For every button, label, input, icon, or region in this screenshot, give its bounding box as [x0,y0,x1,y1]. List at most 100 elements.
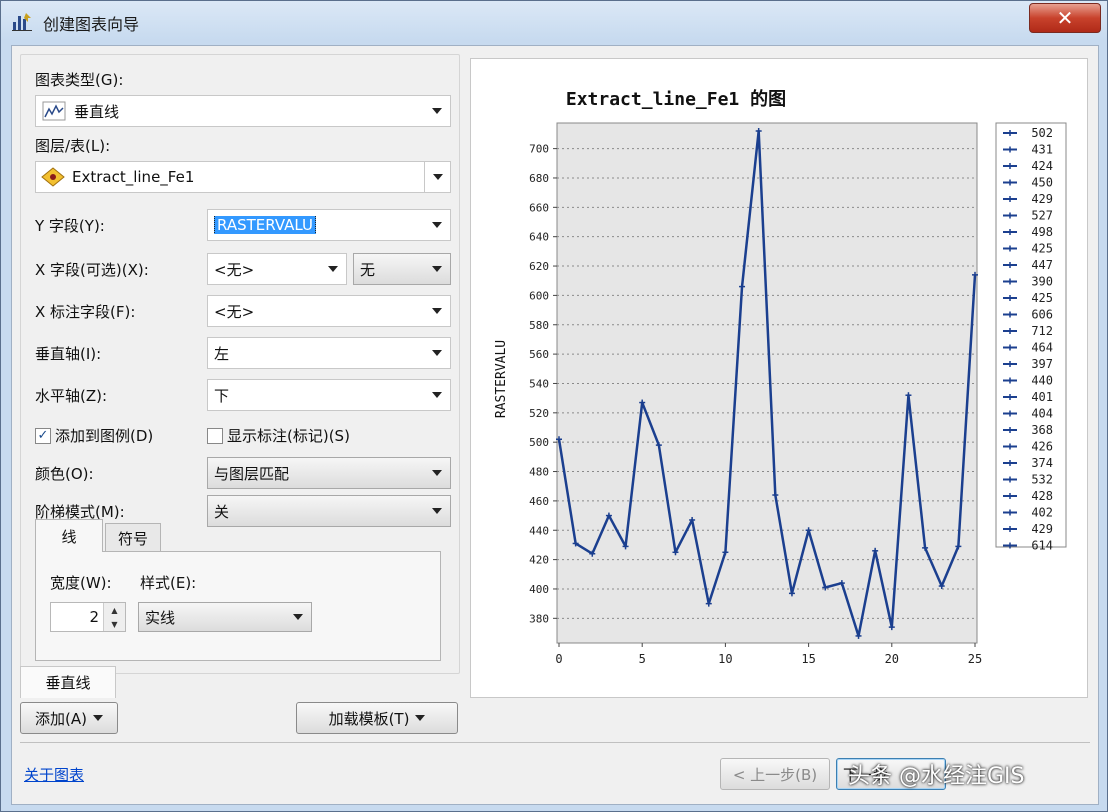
chart-svg: Extract_line_Fe1 的图 38040042044046048050… [494,88,1067,666]
legend-label: 712 [1031,324,1053,338]
tab-line[interactable]: 线 [35,519,103,552]
y-tick-label: 580 [529,319,549,332]
vertical-axis-value: 左 [214,344,230,363]
legend-label: 532 [1031,473,1053,487]
y-tick-label: 480 [529,466,549,479]
vertical-axis-label: 垂直轴(I): [35,345,102,363]
chevron-down-icon [424,338,450,368]
chart-type-value: 垂直线 [74,102,120,121]
dialog-client-area: 图表类型(G): 垂直线 图层/表(L): Extract_line_Fe1 Y… [11,45,1099,805]
x-tick-label: 25 [968,652,982,666]
x-tick-label: 10 [718,652,732,666]
x-field-value: <无> [214,260,255,279]
legend-label: 498 [1031,225,1053,239]
legend-label: 502 [1031,126,1053,140]
chevron-down-icon [424,380,450,410]
chart-type-dropdown[interactable]: 垂直线 [35,95,451,127]
y-tick-label: 700 [529,143,549,156]
y-field-dropdown[interactable]: RASTERVALU [207,209,451,241]
about-charts-link[interactable]: 关于图表 [24,764,84,785]
line-style-dropdown[interactable]: 实线 [138,602,312,632]
increment-icon[interactable]: ▲ [104,603,125,617]
x-label-field-dropdown[interactable]: <无> [207,295,451,327]
footer-divider [20,742,1090,743]
step-mode-dropdown[interactable]: 关 [207,495,451,527]
layer-value: Extract_line_Fe1 [72,168,195,186]
close-icon: ✕ [1056,6,1074,30]
vertical-axis-dropdown[interactable]: 左 [207,337,451,369]
stepper-arrows[interactable]: ▲ ▼ [103,603,125,631]
legend-label: 527 [1031,209,1053,223]
y-tick-label: 600 [529,289,549,302]
y-tick-label: 380 [529,612,549,625]
chevron-down-icon [424,254,450,284]
chevron-down-icon [424,296,450,326]
x-field-sort-dropdown[interactable]: 无 [353,253,451,285]
decrement-icon[interactable]: ▼ [104,617,125,631]
chevron-down-icon [424,96,450,126]
window-title: 创建图表向导 [43,15,140,34]
width-value: 2 [89,608,99,626]
legend-label: 368 [1031,423,1053,437]
chart-title: Extract_line_Fe1 的图 [566,88,786,110]
legend-label: 614 [1031,539,1053,553]
color-value: 与图层匹配 [214,464,290,483]
title-bar[interactable]: 创建图表向导 ✕ [1,1,1107,41]
load-template-button[interactable]: 加载模板(T) [296,702,458,734]
legend-label: 606 [1031,308,1053,322]
show-labels-checkbox[interactable]: 显示标注(标记)(S) [207,425,350,446]
legend-label: 425 [1031,242,1053,256]
legend-label: 440 [1031,374,1053,388]
y-field-value: RASTERVALU [208,216,424,234]
chevron-down-icon [424,458,450,488]
horizontal-axis-dropdown[interactable]: 下 [207,379,451,411]
close-button[interactable]: ✕ [1029,3,1101,33]
tab-symbol[interactable]: 符号 [105,523,161,553]
y-axis-label: RASTERVALU [494,340,509,418]
legend-label: 402 [1031,506,1053,520]
chart-preview: Extract_line_Fe1 的图 380 400 420 440 460 480 50… [470,58,1088,698]
chevron-down-icon [285,603,311,631]
line-tab-panel: 宽度(W): 样式(E): 2 ▲ ▼ 实线 [35,551,441,661]
color-dropdown[interactable]: 与图层匹配 [207,457,451,489]
y-tick-label: 460 [529,495,549,508]
line-style-value: 实线 [145,608,176,627]
back-button[interactable]: < 上一步(B) [720,758,830,790]
x-axis-ticks: 0 5 10 15 20 25 [555,643,982,666]
x-field-sort-value: 无 [360,260,376,279]
add-legend-checkbox[interactable]: ✓ 添加到图例(D) [35,425,153,446]
y-tick-label: 680 [529,172,549,185]
horizontal-axis-value: 下 [214,386,230,405]
chevron-down-icon [424,162,450,192]
vertical-line-chart-icon [42,101,66,121]
y-tick-label: 560 [529,348,549,361]
legend-label: 390 [1031,275,1053,289]
y-tick-label: 660 [529,201,549,214]
x-label-field-label: X 标注字段(F): [35,303,136,321]
y-tick-label: 400 [529,583,549,596]
x-tick-label: 0 [555,652,562,666]
legend-label: 429 [1031,192,1053,206]
y-field-label: Y 字段(Y): [35,217,105,235]
legend-label: 450 [1031,176,1053,190]
layer-dropdown[interactable]: Extract_line_Fe1 [35,161,451,193]
width-label: 宽度(W): [50,574,112,592]
legend-label: 447 [1031,258,1053,272]
chart-type-label: 图表类型(G): [35,71,124,89]
add-legend-label: 添加到图例(D) [55,427,154,445]
color-label: 颜色(O): [35,465,94,483]
x-field-dropdown[interactable]: <无> [207,253,347,285]
width-stepper[interactable]: 2 ▲ ▼ [50,602,126,632]
chevron-down-icon [424,496,450,526]
x-field-label: X 字段(可选)(X): [35,261,149,279]
step-mode-value: 关 [214,502,230,521]
add-button[interactable]: 添加(A) [20,702,118,734]
add-button-label: 添加(A) [35,709,87,728]
y-tick-label: 620 [529,260,549,273]
horizontal-axis-label: 水平轴(Z): [35,387,108,405]
layer-label: 图层/表(L): [35,137,111,155]
y-tick-label: 640 [529,231,549,244]
x-tick-label: 15 [801,652,815,666]
x-tick-label: 20 [885,652,899,666]
series-tab[interactable]: 垂直线 [20,666,116,698]
